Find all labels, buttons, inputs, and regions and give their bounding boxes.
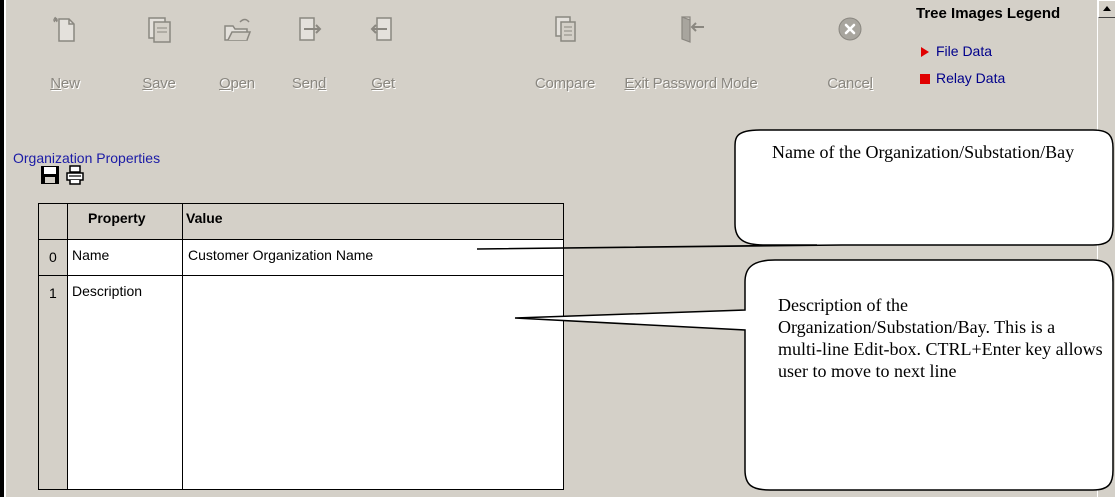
callout-shapes — [476, 129, 1114, 491]
name-callout-text: Name of the Organization/Substation/Bay — [772, 142, 1075, 162]
description-callout-text: Description of the Organization/Substati… — [778, 295, 1103, 381]
